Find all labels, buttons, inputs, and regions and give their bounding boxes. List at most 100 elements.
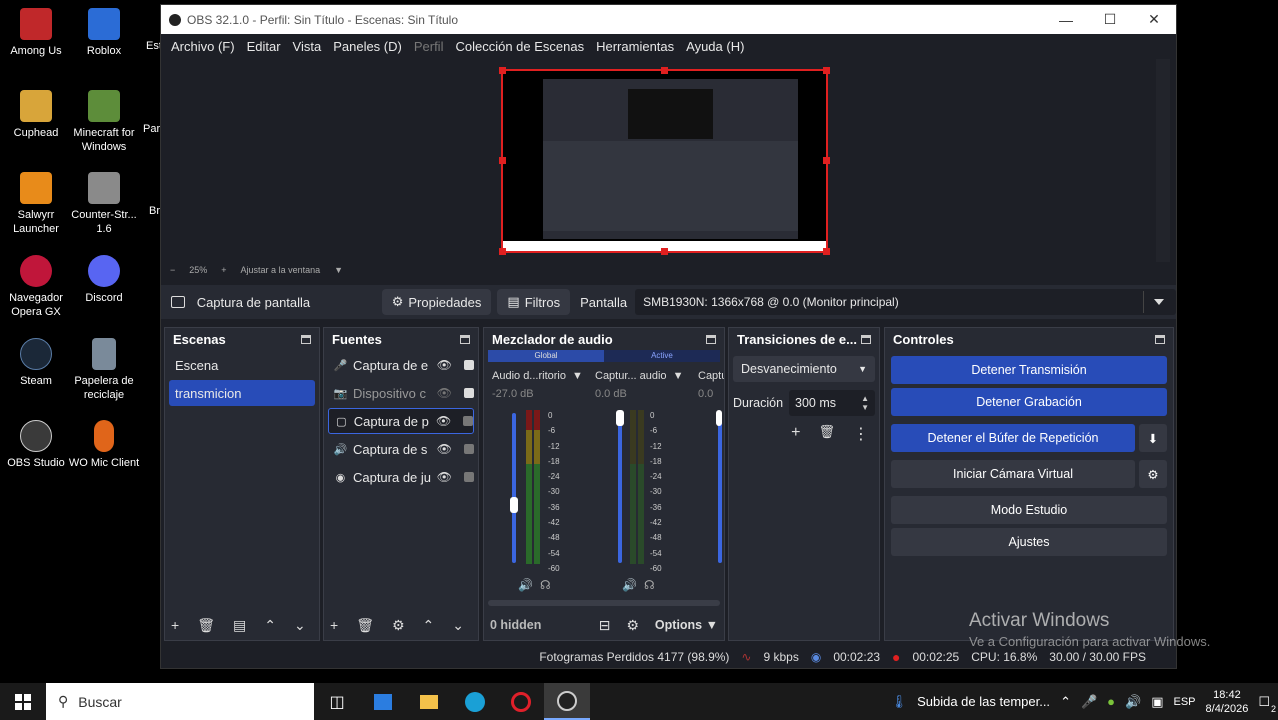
float-icon[interactable] [301, 334, 311, 344]
gear-icon[interactable]: ⚙ [1139, 460, 1167, 488]
source-item[interactable]: ◉ Captura de ju 👁 [328, 464, 474, 490]
task-view-icon[interactable]: ◫ [314, 683, 360, 720]
chevron-down-icon[interactable]: ▼ [673, 370, 684, 382]
options-button[interactable]: Options ▼ [655, 618, 718, 632]
opera-icon[interactable] [498, 683, 544, 720]
menu-herramientas[interactable]: Herramientas [590, 39, 680, 54]
speaker-icon[interactable]: 🔊 [622, 578, 637, 592]
float-icon[interactable] [460, 334, 470, 344]
network-icon[interactable]: ▣ [1151, 694, 1163, 710]
unlock-icon[interactable] [464, 472, 474, 482]
chevron-up-icon[interactable]: ⌃ [264, 617, 276, 634]
add-icon[interactable]: + [171, 617, 179, 633]
resize-handle[interactable] [499, 248, 506, 255]
maximize-button[interactable]: ☐ [1088, 5, 1132, 34]
menu-paneles[interactable]: Paneles (D) [327, 39, 408, 54]
resize-handle[interactable] [661, 67, 668, 74]
headphones-icon[interactable]: ☊ [540, 578, 551, 592]
spin-arrows-icon[interactable]: ▲ ▼ [861, 394, 869, 412]
resize-handle[interactable] [499, 67, 506, 74]
desktop-icon-counter-strike[interactable]: Counter-Str... 1.6 [68, 172, 140, 236]
add-icon[interactable]: + [791, 424, 800, 444]
properties-button[interactable]: ⚙ Propiedades [381, 289, 492, 315]
menu-perfil[interactable]: Perfil [408, 39, 450, 54]
zoom-in-button[interactable]: + [221, 265, 226, 275]
weather-text[interactable]: Subida de las temper... [917, 694, 1050, 709]
menu-archivo[interactable]: Archivo (F) [165, 39, 241, 54]
stop-replay-button[interactable]: Detener el Búfer de Repetición [891, 424, 1135, 452]
desktop-icon-minecraft[interactable]: Minecraft for Windows [68, 90, 140, 154]
headphones-icon[interactable]: ☊ [644, 578, 655, 592]
lock-icon[interactable] [464, 388, 474, 398]
resize-handle[interactable] [823, 67, 830, 74]
add-icon[interactable]: + [330, 617, 338, 633]
scene-item-selected[interactable]: transmicion [169, 380, 315, 406]
app-tray-icon[interactable]: ● [1107, 694, 1115, 709]
tab-active[interactable]: Active [604, 350, 720, 362]
mixer-scrollbar[interactable] [488, 600, 720, 606]
volume-knob[interactable] [510, 497, 518, 514]
float-icon[interactable] [706, 334, 716, 344]
unlock-icon[interactable] [463, 416, 474, 426]
duration-spinbox[interactable]: 300 ms ▲ ▼ [789, 390, 875, 416]
minimize-button[interactable]: — [1044, 5, 1088, 34]
display-select[interactable]: SMB1930N: 1366x768 @ 0.0 (Monitor princi… [635, 289, 1176, 315]
float-icon[interactable] [1155, 334, 1165, 344]
filter-icon[interactable]: ▤ [233, 617, 246, 634]
trash-icon[interactable]: 🗑 [197, 617, 215, 634]
gear-icon[interactable]: ⚙ [392, 617, 405, 634]
desktop-icon-opera-gx[interactable]: Navegador Opera GX [0, 255, 72, 319]
scene-item[interactable]: Escena [169, 352, 315, 378]
start-button[interactable] [0, 683, 46, 720]
unlock-icon[interactable] [464, 444, 474, 454]
screen-capture-preview[interactable] [499, 67, 830, 255]
stop-record-button[interactable]: Detener Grabación [891, 388, 1167, 416]
studio-mode-button[interactable]: Modo Estudio [891, 496, 1167, 524]
hidden-count[interactable]: 0 hidden [490, 618, 541, 632]
trash-icon[interactable]: 🗑 [356, 617, 374, 634]
resize-handle[interactable] [823, 157, 830, 164]
chevron-up-icon[interactable]: ⌃ [423, 617, 435, 634]
desktop-icon-among-us[interactable]: Among Us [0, 8, 72, 58]
fit-to-window[interactable]: Ajustar a la ventana [241, 265, 321, 275]
source-item[interactable]: 📷 Dispositivo c 👁 [328, 380, 474, 406]
chevron-down-icon[interactable]: ▼ [334, 265, 343, 275]
desktop-icon-recycle-bin[interactable]: Papelera de reciclaje [68, 338, 140, 402]
tab-global[interactable]: Global [488, 350, 604, 362]
eye-hidden-icon[interactable]: 👁 [437, 386, 452, 400]
lock-icon[interactable] [464, 360, 474, 370]
source-item[interactable]: 🎤 Captura de e 👁 [328, 352, 474, 378]
menu-coleccion[interactable]: Colección de Escenas [449, 39, 590, 54]
clock[interactable]: 18:42 8/4/2026 [1206, 688, 1249, 716]
language-indicator[interactable]: ESP [1174, 696, 1196, 708]
advanced-audio-icon[interactable]: ⚙ [626, 617, 639, 634]
layout-icon[interactable]: ⊟ [599, 617, 611, 634]
volume-knob[interactable] [716, 410, 722, 426]
speaker-icon[interactable]: 🔊 [518, 578, 533, 592]
filters-button[interactable]: ▤ Filtros [497, 289, 571, 315]
chevron-up-icon[interactable]: ⌃ [1060, 694, 1071, 710]
menu-editar[interactable]: Editar [241, 39, 287, 54]
desktop-icon-discord[interactable]: Discord [68, 255, 140, 305]
trash-icon[interactable]: 🗑 [818, 424, 835, 444]
stop-stream-button[interactable]: Detener Transmisión [891, 356, 1167, 384]
resize-handle[interactable] [823, 248, 830, 255]
close-button[interactable]: ✕ [1132, 5, 1176, 34]
edge-icon[interactable] [452, 683, 498, 720]
chevron-down-icon[interactable]: ⌄ [294, 617, 306, 634]
float-icon[interactable] [861, 334, 871, 344]
volume-slider[interactable] [718, 413, 722, 563]
desktop-icon-wo-mic[interactable]: WO Mic Client [68, 420, 140, 470]
microphone-icon[interactable]: 🎤 [1081, 694, 1097, 710]
eye-icon[interactable]: 👁 [436, 414, 451, 428]
preview-scrollbar[interactable] [1156, 59, 1170, 262]
volume-slider[interactable] [618, 413, 622, 563]
virtual-camera-button[interactable]: Iniciar Cámara Virtual [891, 460, 1135, 488]
transition-select[interactable]: Desvanecimiento ▼ [733, 356, 875, 382]
weather-icon[interactable]: 🌡 [891, 694, 908, 710]
search-box[interactable]: ⚲ Buscar [46, 683, 314, 720]
resize-handle[interactable] [499, 157, 506, 164]
more-icon[interactable]: ⋮ [853, 424, 869, 444]
file-explorer-icon[interactable] [406, 683, 452, 720]
menu-ayuda[interactable]: Ayuda (H) [680, 39, 750, 54]
